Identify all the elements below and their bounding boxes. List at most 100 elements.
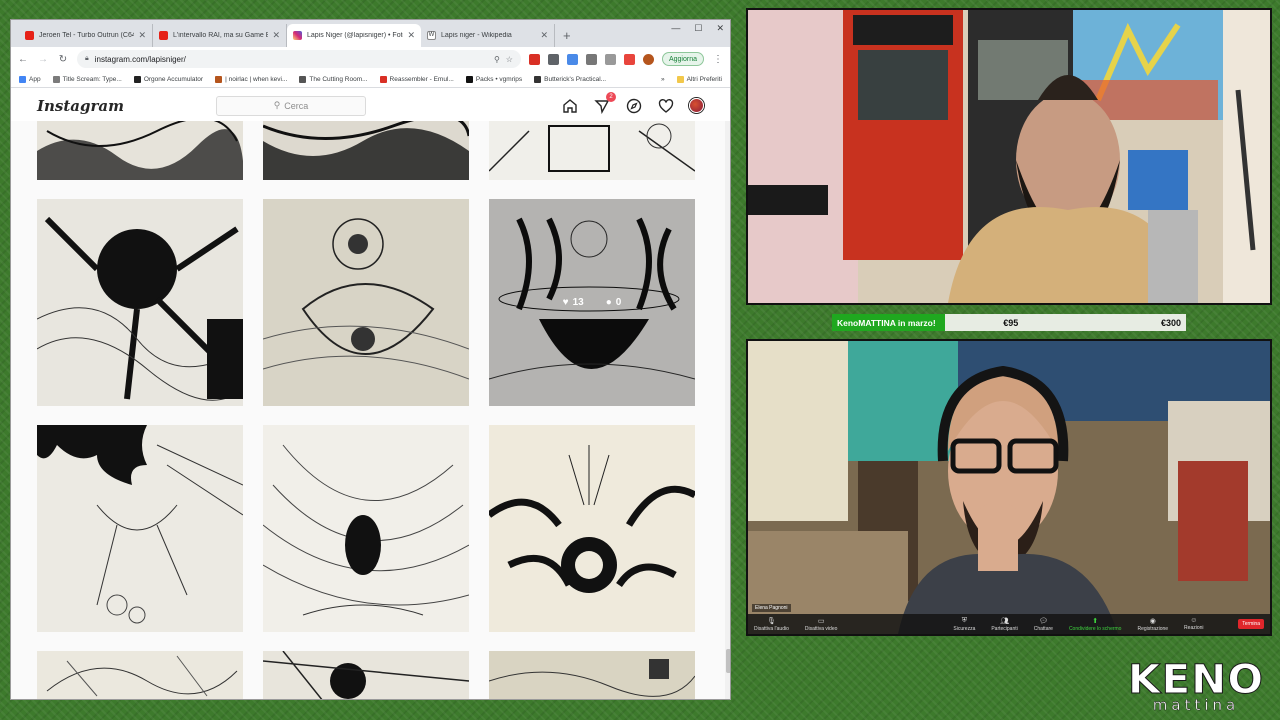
playlist-icon[interactable] [604, 53, 616, 65]
post-thumbnail[interactable] [263, 425, 469, 632]
minimize-button[interactable]: — [671, 23, 680, 34]
participant-name: Elena Pagnoni [752, 604, 791, 612]
tab-wikipedia[interactable]: W Lapis niger - Wikipedia ✕ [421, 24, 555, 47]
window-controls: — ☐ ✕ [671, 23, 724, 34]
instagram-header: Instagram ⚲ Cerca 2 [11, 88, 730, 124]
record-button[interactable]: ◉ Registrazione [1137, 617, 1168, 632]
post-thumbnail[interactable] [489, 425, 695, 632]
direct-messages-icon[interactable]: 2 [593, 91, 616, 115]
participants-button[interactable]: 👥︎ Partecipanti [991, 617, 1017, 632]
profile-avatar[interactable] [689, 98, 704, 113]
browser-toolbar: ← → ↻ 🔒︎ instagram.com/lapisniger/ ⚲ ☆ A… [11, 47, 730, 71]
profile-post-grid: ♥ 13 ● 0 [11, 121, 725, 699]
page-scrollbar[interactable] [725, 121, 730, 699]
tab-title: L'intervallo RAI, ma su Game Boy [173, 32, 269, 39]
tab-intervallo-rai[interactable]: L'intervallo RAI, ma su Game Boy ✕ [153, 24, 287, 47]
bookmark-item[interactable]: Title Scream: Type... [52, 75, 122, 83]
post-thumbnail[interactable] [37, 651, 243, 699]
activity-heart-icon[interactable] [657, 97, 675, 115]
security-button[interactable]: ⛨ Sicurezza [953, 617, 975, 632]
extension-icon[interactable] [528, 53, 540, 65]
reactions-button[interactable]: ☺ Reazioni [1184, 617, 1203, 631]
microphone-icon: 🎙︎ [766, 617, 776, 625]
update-button[interactable]: Aggiorna [661, 52, 704, 66]
mute-audio-button[interactable]: 🎙︎ Disattiva l'audio [754, 617, 789, 632]
webcam-host-video [746, 8, 1272, 305]
home-icon[interactable] [561, 97, 579, 115]
forward-icon[interactable]: → [37, 54, 49, 65]
bookmark-item[interactable]: Orgone Accumulator [133, 75, 203, 83]
zoom-icon[interactable]: ⚲ [494, 55, 500, 64]
extension-icon[interactable] [623, 53, 635, 65]
end-meeting-button[interactable]: Termina [1238, 619, 1264, 629]
post-thumbnail[interactable] [37, 199, 243, 406]
bookmark-favicon-icon [379, 75, 387, 83]
lock-icon: 🔒︎ [85, 55, 89, 62]
camera-icon: ▭ [817, 617, 825, 625]
extension-icon[interactable] [547, 53, 559, 65]
post-thumbnail[interactable] [263, 199, 469, 406]
instagram-nav: 2 [561, 91, 704, 115]
tab-title: Jeroen Tel - Turbo Outrun (C64) [39, 32, 135, 39]
post-thumbnail[interactable] [37, 425, 243, 632]
chat-button[interactable]: 💬︎ Chattare [1034, 617, 1053, 632]
close-tab-icon[interactable]: ✕ [138, 30, 146, 41]
scrollbar-thumb[interactable] [726, 649, 730, 673]
maximize-button[interactable]: ☐ [694, 23, 702, 34]
youtube-icon [25, 31, 34, 40]
stop-video-button[interactable]: ▭ Disattiva video [805, 617, 838, 632]
goal-current-amount: €95 [1003, 317, 1019, 328]
instagram-icon [293, 31, 302, 40]
search-icon: ⚲ [273, 100, 281, 110]
post-thumbnail[interactable] [37, 121, 243, 180]
bookmark-favicon-icon [465, 75, 473, 83]
post-thumbnail[interactable] [263, 121, 469, 180]
bookmark-star-icon[interactable]: ☆ [506, 55, 513, 64]
bookmarks-bar: App Title Scream: Type... Orgone Accumul… [11, 71, 730, 88]
apps-grid-icon [19, 75, 26, 83]
tab-lapis-niger-instagram[interactable]: Lapis Niger (@lapisniger) • Foto ✕ [287, 24, 421, 47]
comments-count: ● 0 [605, 297, 622, 308]
heart-icon: ♥ [562, 297, 569, 308]
bookmark-item[interactable]: Butterick's Practical... [534, 75, 606, 83]
bookmark-favicon-icon [534, 75, 542, 83]
close-tab-icon[interactable]: ✕ [407, 30, 415, 41]
puzzle-extension-icon[interactable] [585, 53, 597, 65]
profile-avatar-icon[interactable] [642, 53, 654, 65]
bookmark-item[interactable]: Reassembler - Emul... [379, 75, 454, 83]
new-tab-button[interactable]: + [563, 28, 571, 43]
close-tab-icon[interactable]: ✕ [272, 30, 280, 41]
post-thumbnail[interactable] [489, 651, 695, 699]
other-bookmarks-folder[interactable]: Altri Preferiti [676, 75, 722, 83]
back-icon[interactable]: ← [17, 54, 29, 65]
bookmark-favicon-icon [133, 75, 141, 83]
bookmark-item[interactable]: | noirlac | when kevi... [215, 75, 287, 83]
close-window-button[interactable]: ✕ [716, 23, 724, 34]
close-tab-icon[interactable]: ✕ [540, 30, 548, 41]
instagram-logo[interactable]: Instagram [37, 97, 124, 115]
post-hover-overlay[interactable]: ♥ 13 ● 0 [489, 199, 695, 406]
goal-label: KenoMATTINA in marzo! [837, 317, 936, 328]
notification-badge: 2 [606, 91, 616, 102]
logo-keno: KENO [1127, 657, 1265, 703]
wikipedia-icon: W [427, 31, 436, 40]
post-thumbnail[interactable] [489, 121, 695, 180]
share-screen-button[interactable]: ⬆ Condividere lo schermo [1069, 617, 1122, 632]
menu-kebab-icon[interactable]: ⋮ [712, 54, 724, 65]
bookmarks-overflow-button[interactable]: » [661, 76, 665, 83]
url-text[interactable]: instagram.com/lapisniger/ [95, 55, 488, 64]
post-thumbnail[interactable] [263, 651, 469, 699]
address-bar[interactable]: 🔒︎ instagram.com/lapisniger/ ⚲ ☆ [77, 50, 521, 68]
bookmark-item[interactable]: The Cutting Room... [299, 75, 368, 83]
tab-turbo-outrun[interactable]: Jeroen Tel - Turbo Outrun (C64) ✕ [19, 24, 153, 47]
bookmark-favicon-icon [299, 75, 307, 83]
reload-icon[interactable]: ↻ [57, 54, 69, 65]
bookmark-item[interactable]: Packs • vgmrips [465, 75, 522, 83]
bookmark-apps[interactable]: App [19, 75, 41, 83]
post-thumbnail-hovered[interactable]: ♥ 13 ● 0 [489, 199, 695, 406]
record-icon: ◉ [1149, 617, 1156, 625]
explore-compass-icon[interactable] [625, 97, 643, 115]
pencil-extension-icon[interactable] [566, 53, 578, 65]
search-input[interactable]: ⚲ Cerca [216, 95, 366, 116]
goal-target-amount: €300 [1160, 317, 1181, 328]
